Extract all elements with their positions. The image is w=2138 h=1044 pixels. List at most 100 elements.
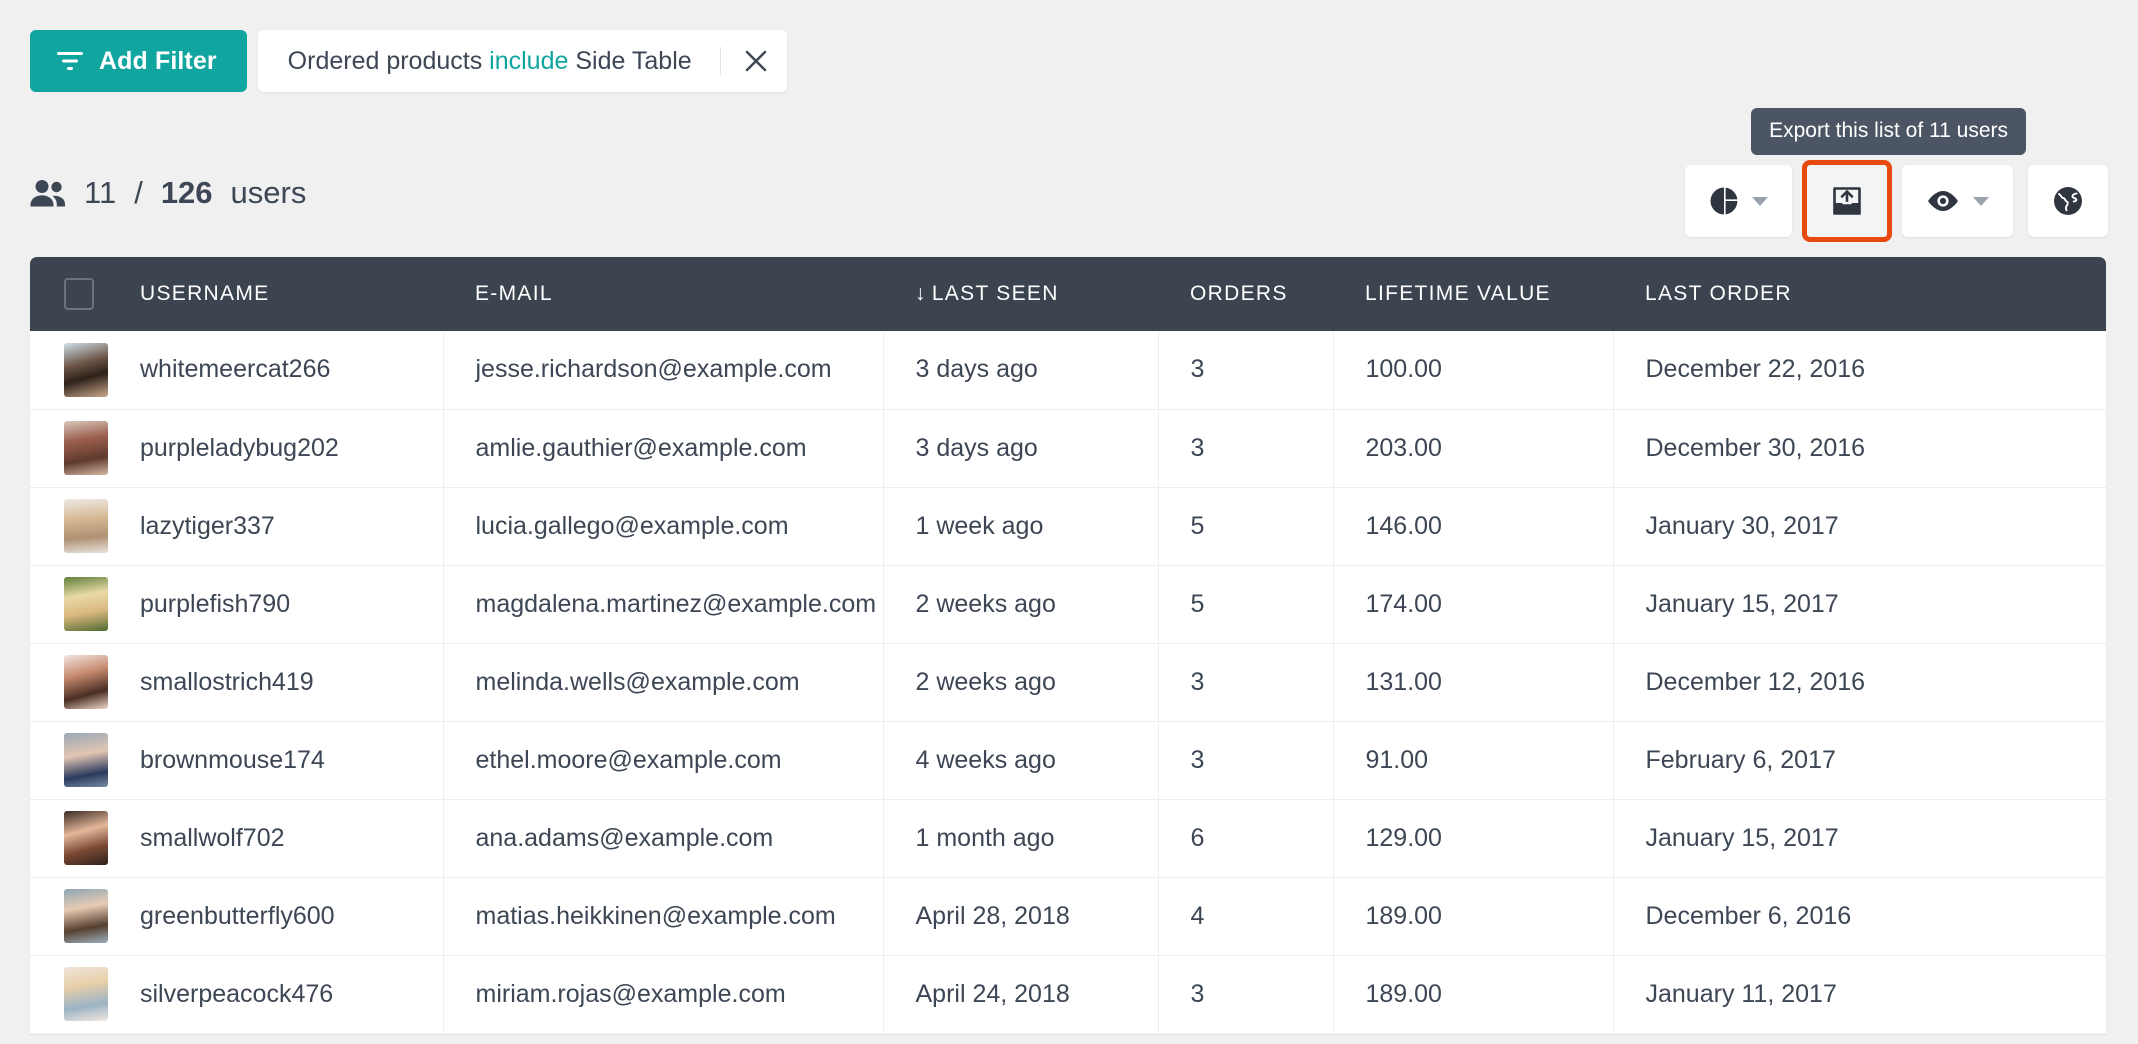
user-count-separator: / [134,175,143,210]
user-count-label: users [230,175,307,210]
row-orders: 6 [1158,799,1334,878]
row-last-seen: 4 weeks ago [883,721,1159,800]
filter-chip-operator: include [489,46,569,75]
select-all-checkbox[interactable] [64,278,94,310]
filter-chip[interactable]: Ordered products include Side Table [257,30,787,92]
row-last-order: February 6, 2017 [1613,721,2106,800]
user-count-shown: 11 [84,175,117,210]
export-tooltip: Export this list of 11 users [1751,108,2026,155]
row-lifetime-value: 174.00 [1333,565,1614,644]
chart-view-group [1685,165,1792,237]
row-orders: 3 [1158,409,1334,488]
table-row[interactable]: greenbutterfly600 matias.heikkinen@exampl… [30,877,2106,956]
export-button[interactable] [1807,165,1887,237]
row-orders: 5 [1158,487,1334,566]
globe-button[interactable] [2028,165,2108,237]
row-username: lazytiger337 [108,487,444,566]
avatar [64,421,108,475]
row-orders: 4 [1158,877,1334,956]
column-header-last-order[interactable]: LAST ORDER [1613,257,2106,331]
table-row[interactable]: silverpeacock476 miriam.rojas@example.com… [30,955,2106,1034]
table-row[interactable]: smallostrich419 melinda.wells@example.com… [30,643,2106,722]
add-filter-label: Add Filter [99,46,217,75]
row-username: brownmouse174 [108,721,444,800]
close-icon[interactable] [743,30,787,92]
row-lifetime-value: 203.00 [1333,409,1614,488]
column-header-last-seen-label: LAST SEEN [931,282,1059,305]
table-row[interactable]: purpleladybug202 amlie.gauthier@example.c… [30,409,2106,488]
row-username: silverpeacock476 [108,955,444,1034]
globe-group [2028,165,2108,237]
column-header-email[interactable]: E-MAIL [443,257,883,331]
users-icon [30,179,66,207]
row-username: smallostrich419 [108,643,444,722]
row-last-seen: 1 week ago [883,487,1159,566]
row-lifetime-value: 146.00 [1333,487,1614,566]
row-username: purpleladybug202 [108,409,444,488]
row-lifetime-value: 100.00 [1333,331,1614,410]
row-email: lucia.gallego@example.com [443,487,884,566]
avatar [64,889,108,943]
row-username: smallwolf702 [108,799,444,878]
row-email: matias.heikkinen@example.com [443,877,884,956]
row-last-order: December 22, 2016 [1613,331,2106,410]
row-avatar-cell [30,487,108,566]
row-orders: 3 [1158,955,1334,1034]
pie-chart-icon [1709,186,1739,216]
table-row[interactable]: purplefish790 magdalena.martinez@example.… [30,565,2106,644]
table-body: whitemeercat266 jesse.richardson@example.… [30,331,2106,1034]
table-row[interactable]: lazytiger337 lucia.gallego@example.com 1 w… [30,487,2106,566]
visible-columns-group [1902,165,2013,237]
row-email: ana.adams@example.com [443,799,884,878]
row-lifetime-value: 189.00 [1333,877,1614,956]
row-username: purplefish790 [108,565,444,644]
row-last-seen: 3 days ago [883,409,1159,488]
row-lifetime-value: 189.00 [1333,955,1614,1034]
row-orders: 5 [1158,565,1334,644]
table-row[interactable]: whitemeercat266 jesse.richardson@example.… [30,331,2106,410]
row-last-order: January 30, 2017 [1613,487,2106,566]
row-avatar-cell [30,799,108,878]
row-last-order: January 15, 2017 [1613,565,2106,644]
avatar [64,577,108,631]
add-filter-button[interactable]: Add Filter [30,30,247,92]
user-count: 11 / 126 users [30,175,306,211]
table-header-row: USERNAME E-MAIL ↓ LAST SEEN ORDERS LIFETI… [30,257,2106,331]
row-email: magdalena.martinez@example.com [443,565,884,644]
row-last-order: December 12, 2016 [1613,643,2106,722]
users-list-page: Add Filter Ordered products include Side… [0,0,2138,1044]
row-avatar-cell [30,643,108,722]
table-row[interactable]: brownmouse174 ethel.moore@example.com 4 we… [30,721,2106,800]
row-last-seen: April 28, 2018 [883,877,1159,956]
avatar [64,499,108,553]
chevron-down-icon [1752,196,1768,206]
table-toolbar [1685,160,2108,242]
filter-chip-value: Side Table [575,46,692,75]
column-header-last-seen[interactable]: ↓ LAST SEEN [883,257,1158,331]
avatar [64,733,108,787]
column-header-lifetime-value[interactable]: LIFETIME VALUE [1333,257,1613,331]
row-last-order: December 30, 2016 [1613,409,2106,488]
row-email: miriam.rojas@example.com [443,955,884,1034]
chart-view-button[interactable] [1685,165,1792,237]
sort-desc-icon: ↓ [915,282,927,305]
row-last-order: December 6, 2016 [1613,877,2106,956]
column-header-orders[interactable]: ORDERS [1158,257,1333,331]
row-last-order: January 11, 2017 [1613,955,2106,1034]
row-avatar-cell [30,721,108,800]
column-header-username[interactable]: USERNAME [108,257,443,331]
table-row[interactable]: smallwolf702 ana.adams@example.com 1 month… [30,799,2106,878]
row-last-seen: 2 weeks ago [883,565,1159,644]
row-username: greenbutterfly600 [108,877,444,956]
avatar [64,342,108,397]
avatar [64,811,108,865]
chip-divider [719,47,721,75]
export-icon [1831,185,1863,217]
row-avatar-cell [30,955,108,1034]
row-last-seen: 3 days ago [883,331,1159,410]
row-email: amlie.gauthier@example.com [443,409,884,488]
visible-columns-button[interactable] [1902,165,2013,237]
row-email: ethel.moore@example.com [443,721,884,800]
row-lifetime-value: 131.00 [1333,643,1614,722]
select-all-header [30,257,108,331]
